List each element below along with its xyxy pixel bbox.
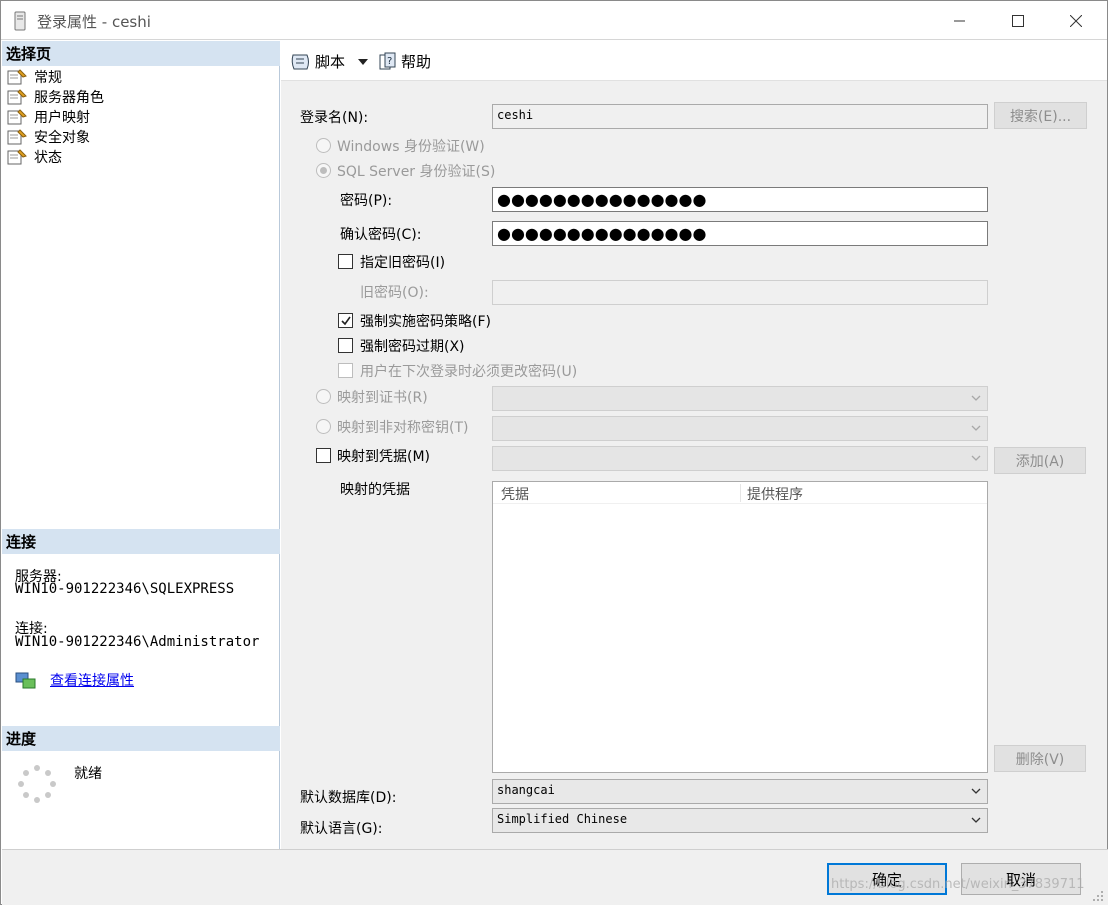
dropdown-arrow-icon[interactable] bbox=[357, 58, 369, 66]
minimize-icon bbox=[954, 20, 965, 21]
help-icon: ? bbox=[379, 52, 396, 69]
script-label: 脚本 bbox=[315, 53, 346, 71]
login-name-label: 登录名(N): bbox=[300, 110, 369, 126]
page-wrench-icon bbox=[7, 69, 27, 85]
password-label: 密码(P): bbox=[340, 193, 393, 209]
specify-old-password-label: 指定旧密码(I) bbox=[360, 255, 446, 271]
must-change-checkbox[interactable] bbox=[338, 363, 353, 378]
page-item-general[interactable]: 常规 bbox=[6, 67, 62, 87]
page-item-status[interactable]: 状态 bbox=[6, 147, 62, 167]
remove-credential-button[interactable]: 删除(V) bbox=[994, 745, 1086, 772]
map-asym-key-radio[interactable] bbox=[316, 419, 331, 434]
progress-status: 就绪 bbox=[74, 766, 102, 782]
left-pane: 选择页 常规 服务器角色 用户映射 安全对象 状态 连接 服务器: WIN10-… bbox=[2, 41, 280, 849]
map-certificate-radio[interactable] bbox=[316, 389, 331, 404]
checkmark-icon bbox=[340, 316, 351, 325]
old-password-label: 旧密码(O): bbox=[360, 285, 429, 301]
asym-key-select[interactable] bbox=[492, 416, 988, 441]
enforce-expiration-checkbox[interactable] bbox=[338, 338, 353, 353]
map-certificate-label: 映射到证书(R) bbox=[337, 390, 428, 406]
grid-column-provider[interactable]: 提供程序 bbox=[747, 484, 803, 504]
grid-column-credential[interactable]: 凭据 bbox=[501, 484, 529, 504]
default-language-value: Simplified Chinese bbox=[497, 812, 628, 826]
sql-auth-label: SQL Server 身份验证(S) bbox=[337, 164, 496, 180]
page-item-label: 安全对象 bbox=[34, 130, 90, 146]
window-title: 登录属性 - ceshi bbox=[37, 13, 151, 31]
chevron-down-icon bbox=[971, 817, 981, 823]
database-icon bbox=[13, 11, 27, 35]
toolbar: 脚本 ? 帮助 bbox=[281, 41, 1107, 81]
login-properties-window: 登录属性 - ceshi 选择页 常规 服务器角色 用户映射 安全对象 状态 连… bbox=[0, 0, 1108, 905]
connection-properties-icon bbox=[15, 671, 37, 695]
page-item-label: 状态 bbox=[34, 150, 62, 166]
map-credential-checkbox[interactable] bbox=[316, 448, 331, 463]
default-database-select[interactable]: shangcai bbox=[492, 779, 988, 804]
page-item-user-mapping[interactable]: 用户映射 bbox=[6, 107, 90, 127]
search-button[interactable]: 搜索(E)... bbox=[994, 102, 1087, 129]
page-item-label: 服务器角色 bbox=[34, 90, 104, 106]
page-item-label: 用户映射 bbox=[34, 110, 90, 126]
script-icon bbox=[291, 54, 309, 69]
right-pane: 脚本 ? 帮助 登录名(N): ceshi 搜索(E)... Windows 身… bbox=[281, 41, 1107, 849]
server-value: WIN10-901222346\SQLEXPRESS bbox=[15, 581, 235, 597]
default-database-label: 默认数据库(D): bbox=[300, 790, 397, 806]
grid-header: 凭据 提供程序 bbox=[493, 482, 987, 504]
specify-old-password-checkbox[interactable] bbox=[338, 254, 353, 269]
windows-auth-radio[interactable] bbox=[316, 138, 331, 153]
mapped-credentials-label: 映射的凭据 bbox=[340, 482, 410, 498]
chevron-down-icon bbox=[971, 455, 981, 461]
resize-grip-icon[interactable] bbox=[1092, 890, 1104, 905]
certificate-select[interactable] bbox=[492, 386, 988, 411]
mapped-credentials-grid[interactable]: 凭据 提供程序 bbox=[492, 481, 988, 773]
close-button[interactable] bbox=[1047, 1, 1105, 40]
maximize-button[interactable] bbox=[989, 1, 1047, 40]
chevron-down-icon bbox=[971, 425, 981, 431]
confirm-password-label: 确认密码(C): bbox=[340, 227, 422, 243]
enforce-policy-checkbox[interactable] bbox=[338, 313, 353, 328]
connection-header: 连接 bbox=[2, 529, 280, 554]
default-language-select[interactable]: Simplified Chinese bbox=[492, 808, 988, 833]
password-input[interactable]: ●●●●●●●●●●●●●●● bbox=[492, 187, 988, 212]
sql-auth-radio[interactable] bbox=[316, 163, 331, 178]
progress-header: 进度 bbox=[2, 726, 280, 751]
progress-spinner-icon bbox=[17, 764, 57, 808]
enforce-expiration-label: 强制密码过期(X) bbox=[360, 339, 465, 355]
credential-select[interactable] bbox=[492, 446, 988, 471]
svg-text:?: ? bbox=[387, 56, 392, 67]
maximize-icon bbox=[1012, 14, 1024, 27]
minimize-button[interactable] bbox=[931, 1, 989, 40]
windows-auth-label: Windows 身份验证(W) bbox=[337, 139, 485, 155]
title-bar: 登录属性 - ceshi bbox=[1, 1, 1107, 40]
map-credential-label: 映射到凭据(M) bbox=[337, 449, 431, 465]
login-name-input[interactable]: ceshi bbox=[492, 104, 988, 129]
page-wrench-icon bbox=[7, 129, 27, 145]
chevron-down-icon bbox=[971, 395, 981, 401]
help-button[interactable]: ? 帮助 bbox=[378, 51, 431, 72]
chevron-down-icon bbox=[971, 788, 981, 794]
page-item-securables[interactable]: 安全对象 bbox=[6, 127, 90, 147]
close-icon bbox=[1070, 14, 1082, 27]
view-connection-properties-link[interactable]: 查看连接属性 bbox=[50, 670, 134, 690]
default-language-label: 默认语言(G): bbox=[300, 821, 383, 837]
page-wrench-icon bbox=[7, 109, 27, 125]
page-item-label: 常规 bbox=[34, 70, 62, 86]
connection-value: WIN10-901222346\Administrator bbox=[15, 634, 260, 650]
enforce-policy-label: 强制实施密码策略(F) bbox=[360, 314, 491, 330]
page-wrench-icon bbox=[7, 89, 27, 105]
page-item-server-roles[interactable]: 服务器角色 bbox=[6, 87, 104, 107]
help-label: 帮助 bbox=[401, 53, 432, 71]
default-database-value: shangcai bbox=[497, 783, 555, 797]
old-password-input[interactable] bbox=[492, 280, 988, 305]
must-change-label: 用户在下次登录时必须更改密码(U) bbox=[360, 364, 578, 380]
watermark: https://blog.csdn.net/weixin_37839711 bbox=[831, 877, 1085, 892]
map-asym-key-label: 映射到非对称密钥(T) bbox=[337, 420, 469, 436]
select-page-header: 选择页 bbox=[2, 41, 280, 66]
script-button[interactable]: 脚本 bbox=[290, 51, 369, 72]
grid-column-divider[interactable] bbox=[740, 484, 741, 502]
add-credential-button[interactable]: 添加(A) bbox=[994, 447, 1086, 474]
page-wrench-icon bbox=[7, 149, 27, 165]
confirm-password-input[interactable]: ●●●●●●●●●●●●●●● bbox=[492, 221, 988, 246]
